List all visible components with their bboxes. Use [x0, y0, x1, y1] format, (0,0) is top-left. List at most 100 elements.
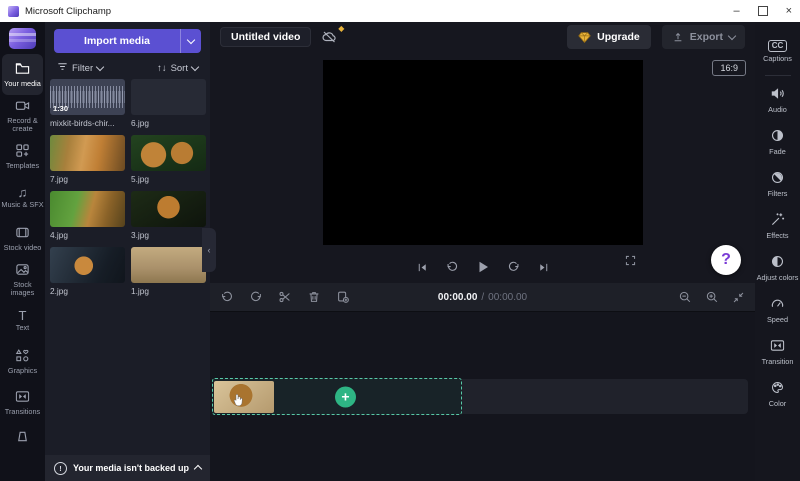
media-item[interactable]: 6.jpg	[131, 79, 206, 128]
sidebar-item-label: Graphics	[7, 366, 38, 375]
upgrade-label: Upgrade	[597, 31, 640, 43]
delete-button[interactable]	[307, 290, 321, 304]
project-title-input[interactable]: Untitled video	[220, 27, 312, 47]
filter-icon	[57, 61, 68, 75]
export-label: Export	[689, 31, 723, 43]
timeline-track-bar[interactable]	[462, 379, 748, 414]
media-item[interactable]: 2.jpg	[50, 247, 125, 296]
image-thumbnail[interactable]	[50, 247, 125, 283]
undo-button[interactable]	[220, 290, 234, 304]
zoom-fit-button[interactable]	[732, 291, 745, 304]
export-arrow-icon	[674, 32, 682, 42]
panel-item-transition[interactable]: Transition	[755, 331, 800, 373]
sort-button[interactable]: ↑↓ Sort	[157, 63, 200, 74]
camera-icon	[15, 98, 30, 115]
jump-forward-button[interactable]	[507, 260, 521, 274]
panel-item-filters[interactable]: Filters	[755, 163, 800, 205]
panel-item-label: Adjust colors	[756, 273, 799, 282]
sidebar-item-music-sfx[interactable]: ♫ Music & SFX	[0, 177, 45, 218]
clipchamp-taskbar-icon	[8, 5, 19, 17]
timeline-tracks[interactable]: +	[210, 312, 755, 481]
maximize-button[interactable]	[757, 6, 768, 16]
redo-button[interactable]	[249, 290, 263, 304]
timeline-drop-zone[interactable]: +	[212, 378, 462, 415]
media-item-name: 6.jpg	[131, 118, 149, 128]
media-item[interactable]: 5.jpg	[131, 135, 206, 184]
sidebar-item-label: Record & create	[7, 116, 38, 133]
panel-item-label: Captions	[763, 53, 792, 63]
sidebar-item-text[interactable]: T Text	[0, 300, 45, 341]
sidebar-item-graphics[interactable]: Graphics	[0, 341, 45, 382]
panel-item-speed[interactable]: Speed	[755, 289, 800, 331]
zoom-in-button[interactable]	[705, 290, 719, 304]
export-button[interactable]: Export	[661, 25, 745, 49]
panel-item-captions[interactable]: CC Captions	[755, 30, 800, 72]
seek-end-button[interactable]	[537, 261, 550, 274]
sidebar-item-record-create[interactable]: Record & create	[0, 95, 45, 136]
panel-item-effects[interactable]: Effects	[755, 205, 800, 247]
collapse-media-panel-button[interactable]: ‹	[202, 228, 216, 272]
zoom-out-button[interactable]	[678, 290, 692, 304]
sidebar-item-your-media[interactable]: Your media	[2, 54, 43, 95]
add-to-timeline-button[interactable]: +	[335, 386, 356, 407]
clipchamp-window: Microsoft Clipchamp – × Your media Recor…	[0, 0, 800, 481]
left-sidebar: Your media Record & create Templates ♫ M…	[0, 22, 45, 481]
cloud-backup-off-button[interactable]: ◆	[321, 24, 344, 44]
media-item-audio[interactable]: 1:30 mixkit-birds-chir...	[50, 79, 125, 128]
close-button[interactable]: ×	[786, 5, 792, 17]
seek-start-button[interactable]	[416, 261, 429, 274]
import-media-dropdown[interactable]	[180, 29, 201, 53]
speed-gauge-icon	[770, 296, 785, 313]
media-item[interactable]: 3.jpg	[131, 191, 206, 240]
image-thumbnail[interactable]	[131, 191, 206, 227]
image-thumbnail[interactable]	[50, 135, 125, 171]
help-button[interactable]: ?	[711, 245, 741, 275]
image-thumbnail[interactable]	[131, 135, 206, 171]
sidebar-item-stock-video[interactable]: Stock video	[0, 218, 45, 259]
current-time: 00:00.00	[437, 291, 478, 303]
panel-item-color[interactable]: Color	[755, 373, 800, 415]
fullscreen-button[interactable]	[624, 254, 637, 272]
media-item[interactable]: 4.jpg	[50, 191, 125, 240]
panel-item-fade[interactable]: Fade	[755, 121, 800, 163]
minimize-button[interactable]: –	[733, 5, 739, 17]
duplicate-button[interactable]	[336, 290, 350, 304]
playback-controls	[416, 259, 550, 275]
jump-back-button[interactable]	[445, 260, 459, 274]
project-header: Untitled video ◆ Upgrade Export	[210, 22, 755, 52]
split-scissors-button[interactable]	[278, 290, 292, 304]
sidebar-item-brand-kit[interactable]	[0, 423, 45, 453]
image-thumbnail[interactable]	[50, 191, 125, 227]
sidebar-item-transitions[interactable]: Transitions	[0, 382, 45, 423]
chevron-down-icon	[727, 31, 737, 41]
media-item-name: 4.jpg	[50, 230, 68, 240]
filter-button[interactable]: Filter	[57, 61, 105, 75]
media-item[interactable]: 7.jpg	[50, 135, 125, 184]
import-media-button[interactable]: Import media	[54, 29, 180, 53]
image-thumbnail[interactable]	[131, 247, 206, 283]
transition-icon	[770, 338, 785, 355]
aspect-ratio-button[interactable]: 16:9	[712, 60, 746, 76]
media-item-name: 3.jpg	[131, 230, 149, 240]
play-button[interactable]	[475, 259, 491, 275]
upgrade-button[interactable]: Upgrade	[567, 25, 651, 49]
panel-item-audio[interactable]: Audio	[755, 79, 800, 121]
chevron-down-icon	[186, 35, 196, 45]
audio-waveform-thumbnail[interactable]: 1:30	[50, 79, 125, 115]
preview-area: 16:9 ? ‹	[202, 52, 755, 283]
backup-notice-bar[interactable]: ! Your media isn't backed up	[45, 455, 210, 481]
panel-item-adjust-colors[interactable]: Adjust colors	[755, 247, 800, 289]
sidebar-item-stock-images[interactable]: Stock images	[0, 259, 45, 300]
image-thumbnail[interactable]	[131, 79, 206, 115]
media-item[interactable]: 1.jpg	[131, 247, 206, 296]
media-item-name: 1.jpg	[131, 286, 149, 296]
info-icon: !	[54, 461, 67, 475]
timeline-clip[interactable]	[214, 380, 274, 413]
filter-label: Filter	[72, 62, 94, 74]
image-icon	[15, 262, 30, 279]
collapse-left-icon: ‹	[207, 245, 211, 255]
media-item-name: mixkit-birds-chir...	[50, 118, 115, 128]
sidebar-item-label: Text	[15, 323, 30, 332]
sidebar-item-templates[interactable]: Templates	[0, 136, 45, 177]
time-separator: /	[481, 291, 485, 303]
